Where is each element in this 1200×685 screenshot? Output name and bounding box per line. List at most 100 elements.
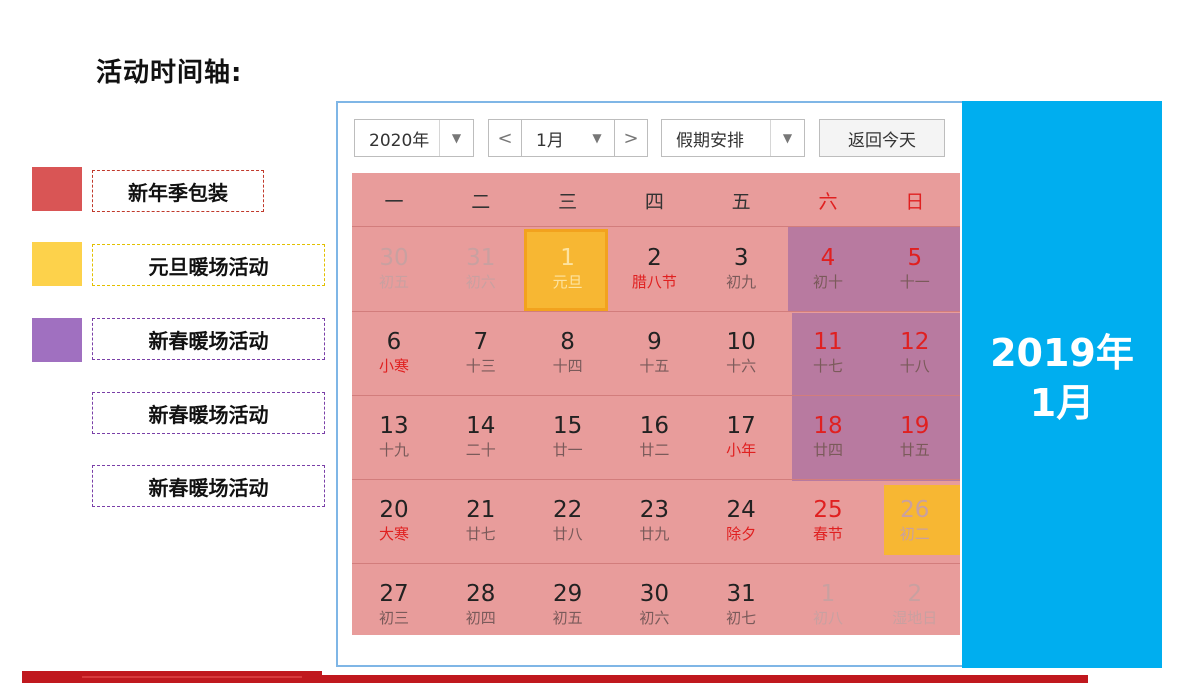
day-number: 23 <box>639 497 670 523</box>
calendar-grid: 一 二 三 四 五 六 日 30 初五 31 初六 1 元旦 2 腊八节 3 初九 4 初十 5 十一 6 小寒 7 十三 8 十… <box>352 173 960 635</box>
day-number: 1 <box>560 245 575 271</box>
day-cell[interactable]: 15 廿一 <box>526 395 610 479</box>
page-title: 活动时间轴: <box>96 58 243 88</box>
day-number: 1 <box>820 581 836 607</box>
month-select-value: 1月 <box>536 130 564 151</box>
day-cell[interactable]: 4 初十 <box>786 227 870 311</box>
day-cell[interactable]: 9 十五 <box>612 311 696 395</box>
day-cell[interactable]: 11 十七 <box>786 311 870 395</box>
day-cell[interactable]: 25 春节 <box>786 479 870 563</box>
day-cell[interactable]: 30 初六 <box>612 563 696 647</box>
day-number: 25 <box>813 497 843 523</box>
lunar-label: 小年 <box>726 441 757 459</box>
lunar-label: 初五 <box>552 609 583 627</box>
weekday-header-6: 六 <box>818 190 838 213</box>
month-select[interactable]: 1月 ▼ <box>521 119 615 157</box>
day-cell[interactable]: 27 初三 <box>352 563 436 647</box>
day-cell[interactable]: 20 大寒 <box>352 479 436 563</box>
legend-swatch-red <box>32 167 82 211</box>
day-number: 29 <box>552 581 583 607</box>
year-select-value: 2020年 <box>369 130 430 151</box>
lunar-label: 初六 <box>465 273 496 291</box>
day-cell[interactable]: 30 初五 <box>352 227 436 311</box>
day-cell[interactable]: 16 廿二 <box>612 395 696 479</box>
chevron-down-icon: ▼ <box>770 120 804 156</box>
day-cell[interactable]: 23 廿九 <box>612 479 696 563</box>
day-cell[interactable]: 2 腊八节 <box>612 227 696 311</box>
day-cell[interactable]: 26 初二 <box>873 479 957 563</box>
day-cell[interactable]: 10 十六 <box>699 311 783 395</box>
legend-swatch-purple <box>32 318 82 362</box>
day-cell[interactable]: 5 十一 <box>873 227 957 311</box>
day-cell[interactable]: 8 十四 <box>526 311 610 395</box>
year-select[interactable]: 2020年 ▼ <box>354 119 474 157</box>
day-cell[interactable]: 2 湿地日 <box>873 563 957 647</box>
lunar-label: 廿七 <box>465 525 496 543</box>
day-cell[interactable]: 31 初六 <box>439 227 523 311</box>
month-banner: 2019年 1月 <box>962 101 1162 668</box>
day-cell[interactable]: 1 初八 <box>786 563 870 647</box>
day-cell[interactable]: 22 廿八 <box>526 479 610 563</box>
day-cell[interactable]: 24 除夕 <box>699 479 783 563</box>
back-to-today-button[interactable]: 返回今天 <box>819 119 945 157</box>
day-number: 15 <box>552 413 583 439</box>
day-number: 2 <box>907 581 923 607</box>
lunar-label: 十一 <box>899 273 930 291</box>
legend-label-spring-warmup-3: 新春暖场活动 <box>92 465 325 507</box>
day-cell[interactable]: 3 初九 <box>699 227 783 311</box>
lunar-label: 廿五 <box>899 441 930 459</box>
bottom-decorative-bar <box>22 671 1088 683</box>
chevron-down-icon: ▼ <box>592 131 602 145</box>
lunar-label: 十五 <box>639 357 670 375</box>
day-cell[interactable]: 29 初五 <box>526 563 610 647</box>
day-number: 20 <box>379 497 409 523</box>
day-cell[interactable]: 14 二十 <box>439 395 523 479</box>
weekday-header-1: 一 <box>384 190 404 213</box>
day-cell[interactable]: 1 元旦 <box>526 227 610 311</box>
legend-label-spring-warmup-2: 新春暖场活动 <box>92 392 325 434</box>
lunar-label: 初三 <box>378 609 409 627</box>
holiday-select[interactable]: 假期安排 ▼ <box>661 119 805 157</box>
day-number: 30 <box>379 245 409 271</box>
weekday-header-5: 五 <box>731 190 751 213</box>
day-number: 27 <box>379 581 409 607</box>
day-cell[interactable]: 18 廿四 <box>786 395 870 479</box>
day-number: 24 <box>726 497 756 523</box>
chevron-down-icon: ▼ <box>439 120 473 156</box>
day-number: 10 <box>726 329 756 355</box>
day-cell[interactable]: 31 初七 <box>699 563 783 647</box>
day-cell[interactable]: 6 小寒 <box>352 311 436 395</box>
prev-month-button[interactable]: < <box>488 119 522 157</box>
day-number: 16 <box>639 413 670 439</box>
lunar-label: 初四 <box>465 609 496 627</box>
lunar-label: 廿九 <box>639 525 670 543</box>
day-number: 18 <box>813 413 843 439</box>
day-cell[interactable]: 17 小年 <box>699 395 783 479</box>
holiday-select-value: 假期安排 <box>676 130 744 151</box>
lunar-label: 十八 <box>899 357 930 375</box>
day-cell[interactable]: 12 十八 <box>873 311 957 395</box>
lunar-label: 十四 <box>552 357 583 375</box>
lunar-label: 初二 <box>899 525 930 543</box>
month-banner-text: 2019年 1月 <box>990 328 1134 428</box>
day-cell[interactable]: 28 初四 <box>439 563 523 647</box>
day-number: 21 <box>466 497 496 523</box>
lunar-label: 二十 <box>465 441 496 459</box>
day-number: 5 <box>907 245 923 271</box>
next-month-button[interactable]: > <box>614 119 648 157</box>
day-number: 28 <box>466 581 496 607</box>
lunar-label: 廿八 <box>552 525 583 543</box>
day-number: 22 <box>552 497 583 523</box>
legend-label-new-year-package: 新年季包装 <box>92 170 264 212</box>
day-cell[interactable]: 19 廿五 <box>873 395 957 479</box>
day-number: 11 <box>813 329 843 355</box>
day-cell[interactable]: 21 廿七 <box>439 479 523 563</box>
day-cell[interactable]: 7 十三 <box>439 311 523 395</box>
lunar-label: 湿地日 <box>892 609 938 627</box>
lunar-label: 小寒 <box>378 357 409 375</box>
lunar-label: 十六 <box>726 357 757 375</box>
lunar-label: 初五 <box>378 273 409 291</box>
weekday-header: 一二三四五六日 <box>352 173 960 227</box>
day-number: 12 <box>900 329 930 355</box>
day-cell[interactable]: 13 十九 <box>352 395 436 479</box>
